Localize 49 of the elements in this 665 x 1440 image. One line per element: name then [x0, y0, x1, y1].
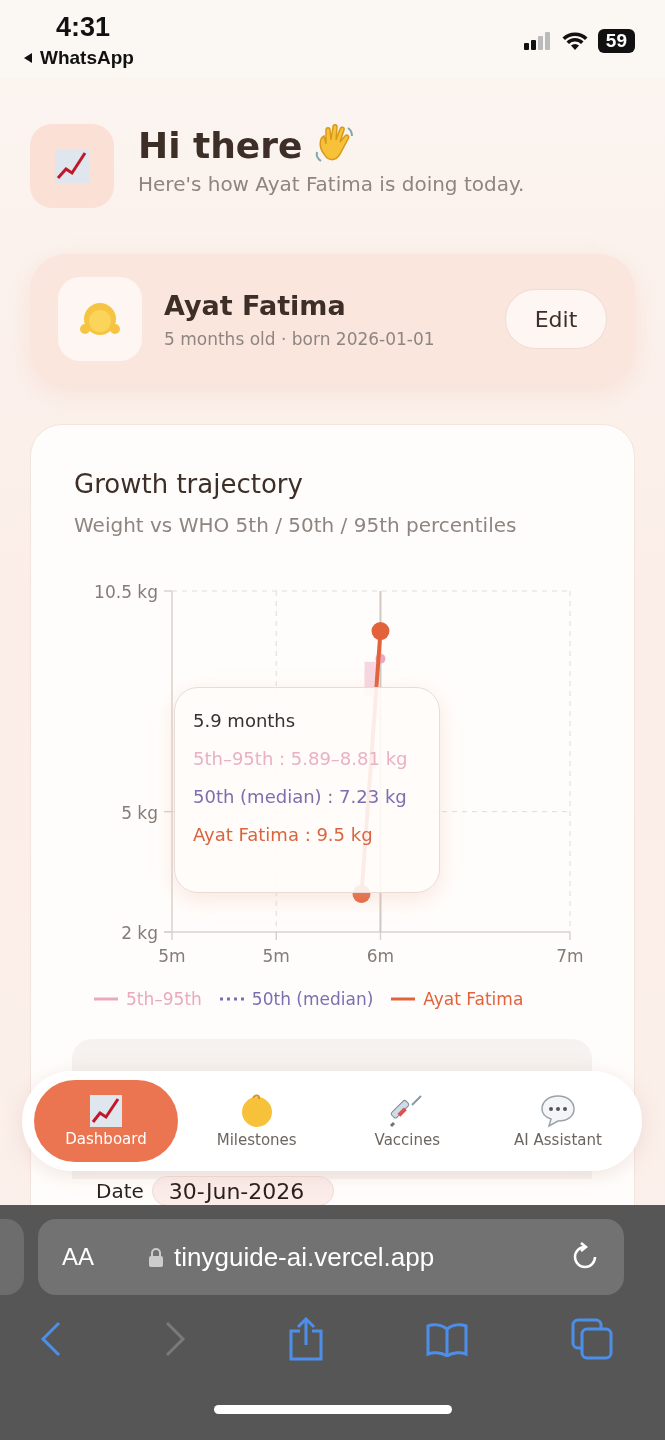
tooltip-title: 5.9 months	[193, 710, 297, 731]
bookmarks-icon[interactable]	[425, 1321, 470, 1357]
nav-tab[interactable]: AI Assistant	[485, 1080, 630, 1162]
address-bar[interactable]: AA tinyguide-ai.vercel.app	[38, 1219, 624, 1295]
y-tick-label: 2 kg	[121, 923, 158, 943]
forward-icon[interactable]	[163, 1321, 186, 1357]
tooltip-row-text: 50th (median) : 7.23 kg	[193, 786, 408, 807]
back-arrow-icon[interactable]	[22, 52, 34, 64]
back-app-link[interactable]: WhatsApp	[40, 47, 134, 69]
child-age: 5 months old · born 2026-01-01	[164, 328, 436, 349]
nav-tab[interactable]: Dashboard	[34, 1080, 178, 1162]
clock: 4:31	[56, 12, 112, 43]
data-point	[371, 622, 390, 641]
chart-icon	[53, 147, 91, 185]
tooltip-row-text: 5th–95th : 5.89–8.81 kg	[193, 748, 409, 769]
url-text: tinyguide-ai.vercel.app	[174, 1241, 436, 1273]
greeting-subtitle: Here's how Ayat Fatima is doing today.	[138, 172, 525, 196]
tooltip-row-text: Ayat Fatima : 9.5 kg	[193, 824, 374, 845]
y-tick-label: 5 kg	[121, 802, 158, 823]
greeting-title: Hi there	[138, 124, 303, 166]
x-tick-label: 7m	[556, 946, 584, 966]
y-tick-label: 10.5 kg	[94, 582, 158, 602]
back-icon[interactable]	[40, 1321, 62, 1357]
nav-tab[interactable]: Milestones	[184, 1080, 329, 1162]
lock-icon	[148, 1247, 164, 1267]
legend-label[interactable]: 50th (median)	[251, 989, 374, 1009]
chart-subtitle: Weight vs WHO 5th / 50th / 95th percentiles	[74, 513, 518, 537]
legend-label[interactable]: Ayat Fatima	[423, 989, 524, 1009]
child-name: Ayat Fatima	[164, 289, 347, 321]
data-point	[375, 653, 386, 664]
tabs-icon[interactable]	[571, 1318, 613, 1360]
x-tick-label: 5m	[158, 946, 186, 966]
battery-indicator: 59	[597, 29, 635, 53]
x-tick-label: 5m	[262, 946, 290, 966]
nav-tab[interactable]: Vaccines	[335, 1080, 480, 1162]
edit-button[interactable]: Edit	[505, 289, 607, 349]
wifi-icon	[561, 31, 588, 51]
legend-swatch-icon	[94, 996, 118, 1002]
x-tick-label: 6m	[366, 946, 395, 966]
date-field[interactable]: 30-Jun-2026	[151, 1176, 334, 1206]
chart-icon	[89, 1094, 123, 1128]
legend-swatch-icon	[219, 996, 244, 1002]
text-size-button[interactable]: AA	[62, 1243, 94, 1271]
legend-swatch-icon	[391, 996, 416, 1002]
chart-title: Growth trajectory	[74, 469, 304, 499]
date-label: Date	[96, 1179, 144, 1203]
signal-icon	[523, 32, 552, 50]
speech-bubble-icon	[538, 1093, 577, 1129]
share-icon[interactable]	[287, 1317, 324, 1361]
